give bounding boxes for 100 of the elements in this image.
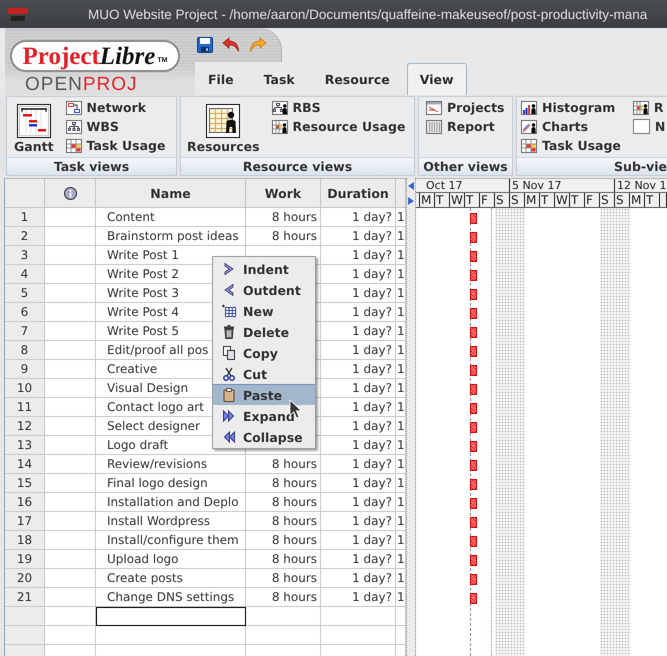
day-label: M bbox=[630, 193, 645, 207]
table-cell bbox=[45, 322, 96, 341]
row-number-cell: 14 bbox=[5, 455, 45, 474]
duration-cell: 1 day? bbox=[321, 246, 396, 265]
duration-cell: 1 day? bbox=[321, 265, 396, 284]
row-number-cell: 16 bbox=[5, 493, 45, 512]
menu-item[interactable]: Paste bbox=[213, 384, 315, 405]
row-number-cell: 3 bbox=[5, 246, 45, 265]
logo-subtitle: PROJ bbox=[82, 75, 138, 95]
name-input-field[interactable] bbox=[96, 607, 246, 626]
ribbon-button[interactable]: Resource Usage bbox=[272, 117, 406, 136]
chevron-right-icon bbox=[222, 262, 236, 276]
row-number-cell: 18 bbox=[5, 531, 45, 550]
table-cell bbox=[45, 265, 96, 284]
row-number-cell: 5 bbox=[5, 284, 45, 303]
duration-cell: 1 day? bbox=[321, 588, 396, 607]
gantt-chart-icon bbox=[16, 104, 51, 138]
task-bar bbox=[470, 498, 477, 509]
ribbon-tab[interactable]: File bbox=[195, 63, 247, 95]
row-number-cell: 6 bbox=[5, 303, 45, 322]
group-label: Resource views bbox=[181, 157, 414, 175]
task-name-cell: Create posts bbox=[96, 569, 246, 588]
table-cell bbox=[45, 607, 96, 626]
work-cell: 8 hours bbox=[246, 588, 321, 607]
row-number-cell: 4 bbox=[5, 265, 45, 284]
app-icon bbox=[8, 8, 28, 20]
duration-cell: 1 day? bbox=[321, 341, 396, 360]
day-label: S bbox=[615, 193, 630, 207]
task-name-cell: Content bbox=[96, 208, 246, 227]
day-label: M bbox=[420, 193, 435, 207]
table-cell bbox=[45, 474, 96, 493]
row-number-cell: 9 bbox=[5, 360, 45, 379]
table-cell bbox=[45, 398, 96, 417]
ribbon-button[interactable]: Report bbox=[426, 117, 505, 136]
column-header: Work bbox=[246, 179, 321, 208]
table-cell bbox=[45, 569, 96, 588]
undo-icon[interactable] bbox=[222, 37, 240, 53]
task-bar bbox=[470, 555, 477, 566]
duration-cell: 1 day? bbox=[321, 417, 396, 436]
trash-icon bbox=[222, 325, 236, 339]
left-arrow-icon[interactable] bbox=[408, 182, 414, 190]
person-grid-icon bbox=[632, 100, 649, 114]
ribbon-tab[interactable]: View bbox=[406, 63, 467, 95]
row-number-cell: 21 bbox=[5, 588, 45, 607]
save-icon[interactable] bbox=[197, 37, 213, 53]
usage-grid-icon bbox=[66, 138, 82, 152]
duration-cell: 1 day? bbox=[321, 208, 396, 227]
row-number-cell: 12 bbox=[5, 417, 45, 436]
duration-cell: 1 day? bbox=[321, 398, 396, 417]
pane-splitter[interactable] bbox=[406, 178, 416, 656]
ribbon-button[interactable]: Resources bbox=[187, 104, 260, 156]
ribbon-button[interactable]: WBS bbox=[66, 117, 166, 136]
table-cell bbox=[45, 284, 96, 303]
ribbon-button[interactable]: Histogram bbox=[521, 98, 621, 117]
right-arrow-icon[interactable] bbox=[408, 197, 414, 205]
columns-grid-icon bbox=[426, 120, 442, 134]
ribbon-button[interactable]: Network bbox=[66, 98, 166, 117]
table-cell bbox=[45, 493, 96, 512]
table-cell bbox=[45, 246, 96, 265]
column-header: Name bbox=[96, 179, 246, 208]
task-bar bbox=[470, 536, 477, 547]
table-cell bbox=[45, 550, 96, 569]
task-bar bbox=[470, 384, 477, 395]
ribbon-button[interactable]: Charts bbox=[521, 117, 621, 136]
table-cell bbox=[45, 531, 96, 550]
ribbon-button[interactable]: Task Usage bbox=[521, 136, 621, 155]
ribbon-button[interactable]: RBS bbox=[272, 98, 406, 117]
week-label: 12 Nov 1 bbox=[616, 179, 667, 192]
duration-cell: 1 day? bbox=[321, 569, 396, 588]
ribbon-tab[interactable]: Resource bbox=[312, 63, 403, 95]
group-label: Sub-vie bbox=[517, 157, 667, 175]
logo-subtitle: OPEN bbox=[25, 75, 83, 95]
day-label: S bbox=[510, 193, 525, 207]
ribbon-button[interactable]: Task Usage bbox=[66, 136, 166, 155]
task-name-cell: Install/configure them bbox=[96, 531, 246, 550]
group-label: Task views bbox=[7, 157, 176, 175]
table-cell bbox=[45, 379, 96, 398]
day-label: M bbox=[525, 193, 540, 207]
row-number-cell: 11 bbox=[5, 398, 45, 417]
work-cell: 8 hours bbox=[246, 550, 321, 569]
ribbon-button[interactable]: Projects bbox=[426, 98, 505, 117]
task-bar bbox=[470, 441, 477, 452]
column-header: Duration bbox=[321, 179, 396, 208]
logo-word: Project bbox=[22, 42, 100, 70]
duration-cell: 1 day? bbox=[321, 360, 396, 379]
ribbon-button[interactable]: N bbox=[632, 117, 666, 136]
ribbon-button[interactable]: R bbox=[632, 98, 666, 117]
duration-cell: 1 day? bbox=[321, 455, 396, 474]
person-grid-icon bbox=[272, 120, 288, 134]
table-cell bbox=[45, 341, 96, 360]
work-cell: 8 hours bbox=[246, 512, 321, 531]
row-number-cell: 19 bbox=[5, 550, 45, 569]
row-number-cell: 13 bbox=[5, 436, 45, 455]
day-label: T bbox=[645, 193, 660, 207]
task-bar bbox=[470, 479, 477, 490]
task-bar bbox=[470, 346, 477, 357]
work-cell: 8 hours bbox=[246, 474, 321, 493]
ribbon-button[interactable]: Gantt bbox=[14, 104, 54, 156]
row-number-cell: 17 bbox=[5, 512, 45, 531]
ribbon-tab[interactable]: Task bbox=[250, 63, 308, 95]
